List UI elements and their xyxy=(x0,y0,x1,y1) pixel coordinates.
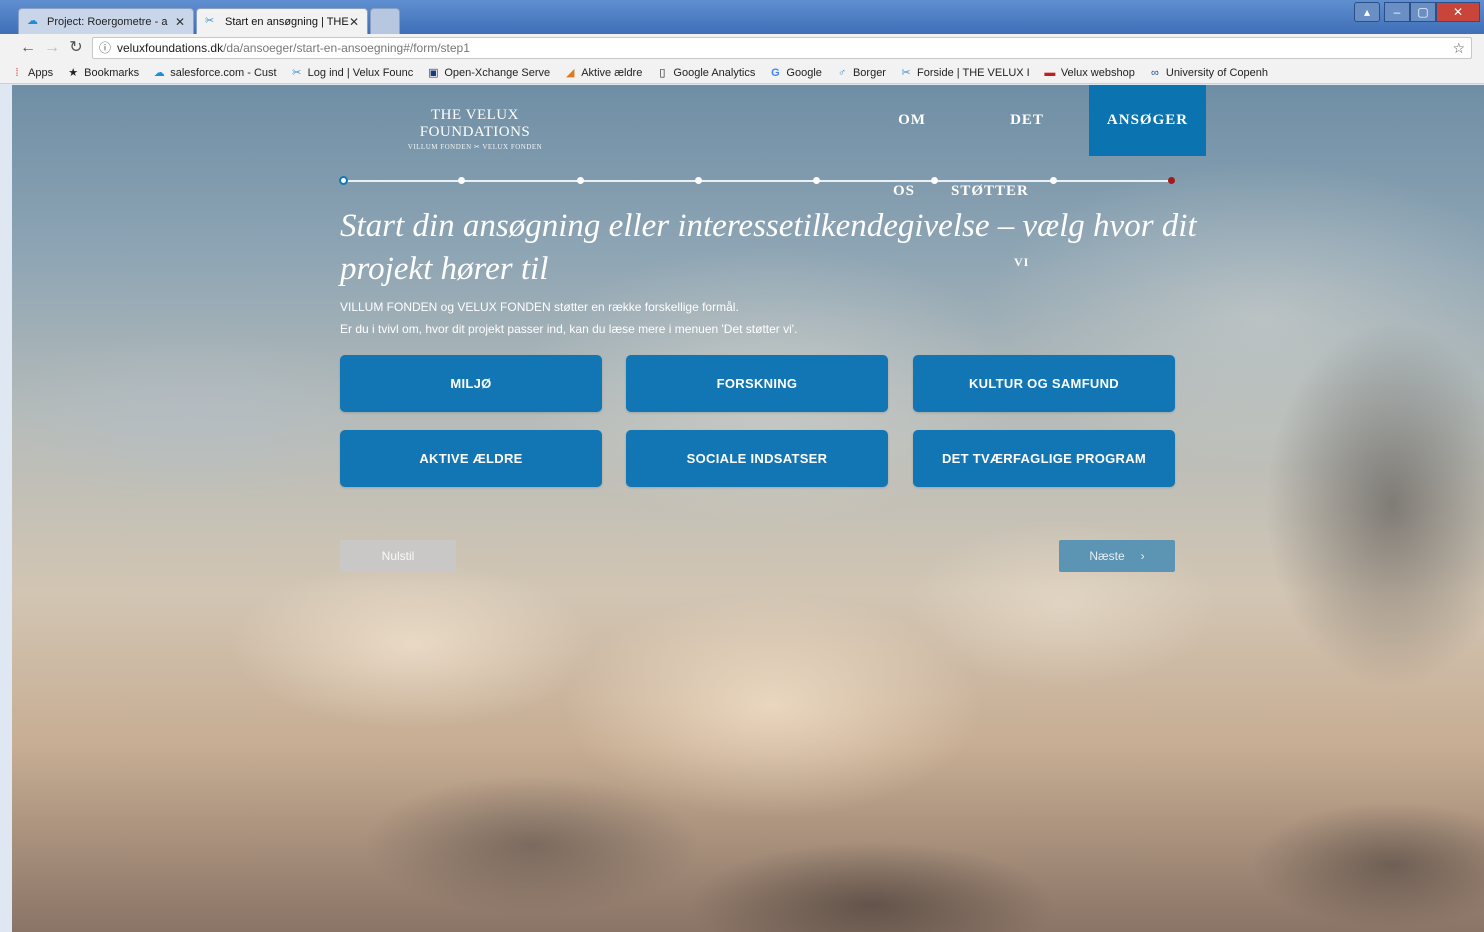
google-icon: G xyxy=(771,67,780,79)
step-dot xyxy=(1049,177,1057,184)
category-sociale-indsatser-button[interactable]: SOCIALE INDSATSER xyxy=(626,430,888,487)
browser-tab[interactable]: ☁ Project: Roergometre - a ✕ xyxy=(18,8,194,34)
aktive-aeldre-icon: ◢ xyxy=(565,67,575,79)
bookmark-item[interactable]: ∞ University of Copenh xyxy=(1148,62,1268,83)
bookmark-label: Log ind | Velux Founc xyxy=(307,67,414,79)
intro-text: VILLUM FONDEN og VELUX FONDEN støtter en… xyxy=(340,296,797,340)
borger-icon: ♂ xyxy=(837,67,847,79)
bookmark-item[interactable]: ◢ Aktive ældre xyxy=(563,62,643,83)
page-icon: ▯ xyxy=(659,67,666,79)
back-icon[interactable]: ← xyxy=(18,38,38,58)
velux-webshop-icon: ▬ xyxy=(1044,67,1056,79)
bookmark-item[interactable]: ♂ Borger xyxy=(835,62,886,83)
step-dot xyxy=(576,177,584,184)
apps-grid-icon: ⁞ xyxy=(15,67,19,79)
salesforce-cloud-icon: ☁ xyxy=(153,67,165,79)
step-progress-bar xyxy=(338,176,1175,185)
step-dot xyxy=(457,177,465,184)
logo-title: THE VELUX FOUNDATIONS xyxy=(419,107,531,140)
forward-icon[interactable]: → xyxy=(42,38,62,58)
velux-foundations-icon: ✂ xyxy=(901,67,911,79)
velux-foundations-icon: ✂ xyxy=(205,15,215,27)
bookmark-item[interactable]: ▬ Velux webshop xyxy=(1043,62,1135,83)
university-icon: ∞ xyxy=(1150,67,1159,79)
bookmark-item[interactable]: ▣ Open-Xchange Serve xyxy=(426,62,551,83)
address-bar[interactable]: ⓘ veluxfoundations.dk/da/ansoeger/start-… xyxy=(92,37,1472,59)
close-icon[interactable]: ✕ xyxy=(349,9,359,34)
category-kultur-og-samfund-button[interactable]: KULTUR OG SAMFUND xyxy=(913,355,1175,412)
tab-title: Project: Roergometre - a xyxy=(47,16,168,28)
salesforce-cloud-icon: ☁ xyxy=(27,15,38,27)
browser-tabstrip: ☁ Project: Roergometre - a ✕ ✂ Start en … xyxy=(0,0,1484,34)
star-icon: ★ xyxy=(68,67,79,79)
bookmark-item[interactable]: ⁞ Apps xyxy=(10,62,54,83)
reset-button[interactable]: Nulstil xyxy=(340,540,456,572)
bookmark-star-icon[interactable]: ☆ xyxy=(1452,38,1465,58)
maximize-icon[interactable]: ▢ xyxy=(1410,2,1436,22)
info-icon[interactable]: ⓘ xyxy=(99,38,111,58)
bookmark-label: Aktive ældre xyxy=(581,67,643,79)
close-window-icon[interactable]: ✕ xyxy=(1436,2,1480,22)
bookmark-label: Forside | THE VELUX I xyxy=(917,67,1030,79)
step-dot xyxy=(812,177,820,184)
intro-line-2: Er du i tvivl om, hvor dit projekt passe… xyxy=(340,322,798,336)
nav-ansoeger[interactable]: ANSØGER xyxy=(1089,85,1206,156)
user-icon[interactable]: ▴ xyxy=(1354,2,1380,22)
step-dot xyxy=(930,177,938,184)
bookmark-label: Open-Xchange Serve xyxy=(444,67,551,79)
window-controls: ▴ – ▢ ✕ xyxy=(1354,2,1480,22)
page-viewport: THE VELUX FOUNDATIONS VILLUM FONDEN ✂ VE… xyxy=(12,85,1484,932)
category-aktive-aeldre-button[interactable]: AKTIVE ÆLDRE xyxy=(340,430,602,487)
close-icon[interactable]: ✕ xyxy=(175,9,185,34)
next-button[interactable]: Næste › xyxy=(1059,540,1175,572)
category-det-tvaerfaglige-program-button[interactable]: DET TVÆRFAGLIGE PROGRAM xyxy=(913,430,1175,487)
bookmark-label: Bookmarks xyxy=(84,67,140,79)
nav-om-line1: OM xyxy=(898,112,926,128)
reload-icon[interactable]: ↻ xyxy=(66,38,86,58)
browser-tab-active[interactable]: ✂ Start en ansøgning | THE ✕ xyxy=(196,8,368,34)
chevron-right-icon: › xyxy=(1140,549,1145,563)
address-host: veluxfoundations.dk xyxy=(117,41,224,55)
nav-om-line2: OS xyxy=(893,183,916,199)
step-dot xyxy=(338,176,348,185)
nav-det-stoetter-vi[interactable]: DET STØTTER VI xyxy=(951,112,1057,269)
logo-subtitle: VILLUM FONDEN ✂ VELUX FONDEN xyxy=(407,143,543,151)
bookmarks-bar: ⁞ Apps ★ Bookmarks ☁ salesforce.com - Cust … xyxy=(0,62,1484,84)
open-xchange-icon: ▣ xyxy=(428,67,439,79)
nav-det-line2: STØTTER xyxy=(951,183,1029,199)
step-dot xyxy=(694,177,702,184)
velux-foundations-icon: ✂ xyxy=(292,67,302,79)
bookmark-item[interactable]: G Google xyxy=(768,62,822,83)
bookmark-label: Google Analytics xyxy=(673,67,756,79)
bookmark-label: Velux webshop xyxy=(1060,67,1135,79)
bookmark-label: Borger xyxy=(852,67,886,79)
bookmark-item[interactable]: ☁ salesforce.com - Cust xyxy=(152,62,277,83)
bookmark-item[interactable]: ✂ Log ind | Velux Founc xyxy=(290,62,414,83)
new-tab-button[interactable] xyxy=(370,8,400,34)
bookmark-label: Google xyxy=(786,67,822,79)
page-title: Start din ansøgning eller interessetilke… xyxy=(340,208,1197,287)
tab-title: Start en ansøgning | THE xyxy=(225,16,349,28)
next-button-label: Næste xyxy=(1089,549,1125,563)
nav-om-os[interactable]: OM OS xyxy=(887,112,937,199)
bookmark-label: Apps xyxy=(28,67,54,79)
bookmark-label: University of Copenh xyxy=(1165,67,1268,79)
step-dot xyxy=(1167,177,1175,184)
nav-det-line1: DET xyxy=(1010,112,1044,128)
bookmark-item[interactable]: ✂ Forside | THE VELUX I xyxy=(899,62,1030,83)
category-miljoe-button[interactable]: MILJØ xyxy=(340,355,602,412)
bookmark-label: salesforce.com - Cust xyxy=(170,67,277,79)
category-forskning-button[interactable]: FORSKNING xyxy=(626,355,888,412)
address-path: /da/ansoeger/start-en-ansoegning#/form/s… xyxy=(223,41,470,55)
bookmark-item[interactable]: ★ Bookmarks xyxy=(66,62,140,83)
site-logo[interactable]: THE VELUX FOUNDATIONS VILLUM FONDEN ✂ VE… xyxy=(375,107,575,151)
browser-toolbar: ← → ↻ ⓘ veluxfoundations.dk/da/ansoeger/… xyxy=(0,34,1484,62)
minimize-icon[interactable]: – xyxy=(1384,2,1410,22)
intro-line-1: VILLUM FONDEN og VELUX FONDEN støtter en… xyxy=(340,300,739,314)
bookmark-item[interactable]: ▯ Google Analytics xyxy=(655,62,756,83)
